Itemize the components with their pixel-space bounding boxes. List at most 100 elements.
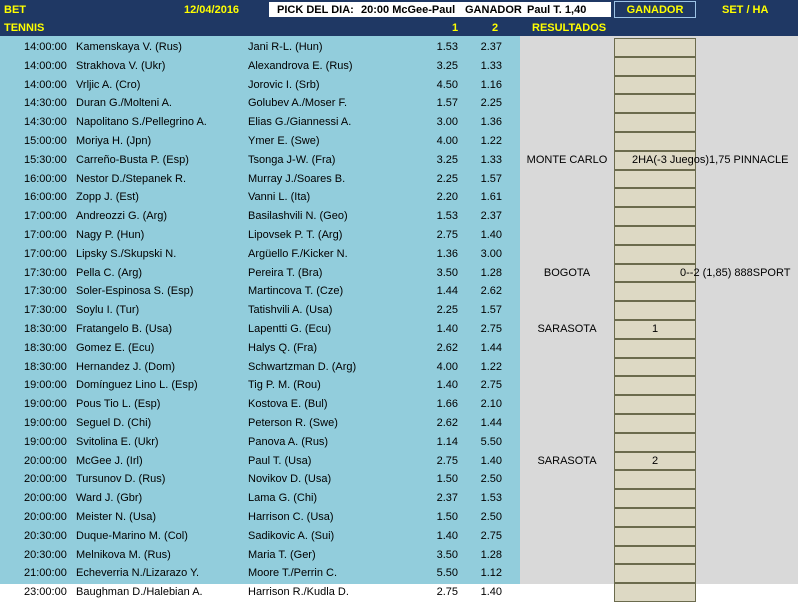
- table-row: 20:30:00 Duque-Marino M. (Col) Sadikovic A…: [0, 526, 798, 546]
- player-1: Melnikova M. (Rus): [76, 548, 171, 561]
- odds-2: 2.75: [480, 529, 502, 542]
- ganador-input-cell[interactable]: [614, 75, 696, 95]
- odds-2: 1.28: [480, 548, 502, 561]
- ganador-input-cell[interactable]: [614, 526, 696, 546]
- odds-1: 1.57: [436, 97, 458, 110]
- ganador-input-cell[interactable]: [614, 432, 696, 452]
- odds-1: 2.37: [436, 492, 458, 505]
- player-2: Basilashvili N. (Geo): [248, 210, 348, 223]
- player-2: Lapentti G. (Ecu): [248, 323, 332, 335]
- resultado-cell: SARASOTA: [537, 454, 597, 467]
- resultado-cell: SARASOTA: [537, 323, 597, 335]
- player-1: Domínguez Lino L. (Esp): [76, 379, 198, 392]
- odds-2: 2.50: [480, 511, 502, 523]
- player-1: Moriya H. (Jpn): [76, 135, 152, 147]
- odds-col-2-header: 2: [492, 22, 499, 34]
- player-1: Strakhova V. (Ukr): [76, 59, 166, 72]
- odds-1: 1.53: [436, 41, 458, 53]
- match-time: 23:00:00: [24, 586, 67, 599]
- odds-2: 2.10: [480, 398, 502, 411]
- ganador-input-cell[interactable]: [614, 113, 696, 132]
- ganador-input-cell[interactable]: [614, 56, 696, 76]
- odds-2: 1.53: [480, 492, 502, 505]
- odds-1: 2.62: [436, 417, 458, 429]
- table-row: 20:00:00 McGee J. (Irl) Paul T. (Usa) 2.75 1…: [0, 451, 798, 471]
- player-1: Echeverria N./Lizarazo Y.: [76, 567, 200, 580]
- ganador-input-cell[interactable]: [614, 226, 696, 245]
- ganador-col-header: GANADOR: [626, 4, 684, 16]
- player-2: Jani R-L. (Hun): [248, 41, 323, 53]
- odds-1: 1.50: [436, 511, 458, 523]
- ganador-input-cell[interactable]: [614, 583, 696, 602]
- odds-2: 1.16: [480, 78, 502, 91]
- table-row: 23:00:00 Baughman D./Halebian A. Harrison …: [0, 583, 798, 602]
- player-2: Maria T. (Ger): [248, 548, 316, 561]
- ganador-value-cell: 1: [651, 323, 659, 335]
- table-row: 18:30:00 Fratangelo B. (Usa) Lapentti G. (…: [0, 320, 798, 339]
- ganador-input-cell[interactable]: [614, 357, 696, 377]
- ganador-input-cell[interactable]: [614, 301, 696, 320]
- set-col-header: SET / HA: [722, 4, 769, 16]
- ganador-input-cell[interactable]: [614, 188, 696, 208]
- odds-2: 2.37: [480, 41, 502, 53]
- player-2: Jorovic I. (Srb): [248, 78, 320, 91]
- resultados-header: RESULTADOS: [532, 22, 607, 34]
- odds-2: 1.40: [480, 229, 502, 241]
- player-1: Seguel D. (Chi): [76, 417, 152, 429]
- header-bar: BET 12/04/2016 PICK DEL DIA: 20:00 McGee…: [0, 0, 798, 20]
- odds-2: 1.33: [480, 59, 502, 72]
- odds-1: 2.20: [436, 191, 458, 204]
- odds-1: 2.25: [436, 304, 458, 317]
- ganador-input-cell[interactable]: [614, 244, 696, 264]
- odds-2: 2.50: [480, 473, 502, 486]
- player-2: Elias G./Giannessi A.: [248, 116, 352, 129]
- player-2: Paul T. (Usa): [248, 454, 312, 467]
- pick-label: PICK DEL DIA:: [277, 4, 354, 16]
- player-1: Duque-Marino M. (Col): [76, 529, 188, 542]
- odds-1: 1.66: [436, 398, 458, 411]
- match-time: 20:30:00: [24, 529, 67, 542]
- player-2: Alexandrova E. (Rus): [248, 59, 353, 72]
- table-row: 19:00:00 Seguel D. (Chi) Peterson R. (Swe)…: [0, 414, 798, 433]
- match-time: 15:00:00: [24, 135, 67, 147]
- table-row: 14:30:00 Duran G./Molteni A. Golubev A./Mo…: [0, 94, 798, 114]
- ganador-input-cell[interactable]: [614, 564, 696, 584]
- odds-1: 3.25: [436, 59, 458, 72]
- ganador-input-cell[interactable]: [614, 132, 696, 151]
- odds-2: 1.57: [480, 304, 502, 317]
- odds-1: 4.00: [436, 135, 458, 147]
- ganador-input-cell[interactable]: [614, 282, 696, 302]
- ganador-input-cell[interactable]: [614, 545, 696, 565]
- player-1: Kamenskaya V. (Rus): [76, 41, 182, 53]
- ganador-input-cell[interactable]: [614, 376, 696, 396]
- ganador-input-cell[interactable]: [614, 508, 696, 527]
- ganador-input-cell[interactable]: [614, 169, 696, 189]
- odds-1: 3.25: [436, 153, 458, 166]
- ganador-input-cell[interactable]: [614, 489, 696, 508]
- match-time: 19:00:00: [24, 417, 67, 429]
- ganador-input-cell[interactable]: [614, 470, 696, 490]
- ganador-input-cell[interactable]: [614, 207, 696, 226]
- ganador-input-cell[interactable]: [614, 38, 696, 57]
- player-2: Tsonga J-W. (Fra): [248, 153, 336, 166]
- player-1: Vrljic A. (Cro): [76, 78, 141, 91]
- ganador-value-cell: 2: [651, 454, 659, 467]
- ganador-input-cell[interactable]: [614, 395, 696, 414]
- odds-2: 2.37: [480, 210, 502, 223]
- player-2: Panova A. (Rus): [248, 435, 329, 448]
- ganador-input-cell[interactable]: [614, 338, 696, 358]
- odds-1: 2.75: [436, 586, 458, 599]
- player-2: Vanni L. (Ita): [248, 191, 311, 204]
- table-row: 16:00:00 Zopp J. (Est) Vanni L. (Ita) 2.20 1…: [0, 188, 798, 208]
- player-2: Novikov D. (Usa): [248, 473, 332, 486]
- player-2: Lama G. (Chi): [248, 492, 318, 505]
- table-row: 17:30:00 Pella C. (Arg) Pereira T. (Bra) 3.…: [0, 263, 798, 283]
- odds-1: 4.00: [436, 360, 458, 373]
- odds-1: 5.50: [436, 567, 458, 580]
- odds-2: 1.12: [480, 567, 502, 580]
- odds-1: 3.50: [436, 266, 458, 279]
- player-1: McGee J. (Irl): [76, 454, 143, 467]
- match-time: 20:00:00: [24, 511, 67, 523]
- ganador-input-cell[interactable]: [614, 94, 696, 114]
- ganador-input-cell[interactable]: [614, 414, 696, 433]
